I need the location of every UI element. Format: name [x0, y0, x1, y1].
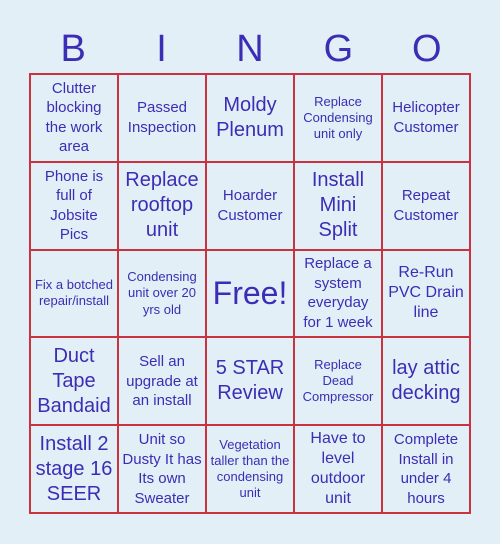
- bingo-cell[interactable]: Replace Dead Compressor: [294, 337, 382, 426]
- bingo-header: B I N G O: [29, 26, 471, 72]
- bingo-cell[interactable]: Moldy Plenum: [206, 74, 294, 162]
- bingo-cell[interactable]: Passed Inspection: [118, 74, 206, 162]
- bingo-cell[interactable]: Clutter blocking the work area: [30, 74, 118, 162]
- bingo-cell[interactable]: Re-Run PVC Drain line: [382, 249, 470, 338]
- header-letter-o: O: [411, 28, 442, 70]
- bingo-cell[interactable]: lay attic decking: [382, 337, 470, 426]
- bingo-grid: Clutter blocking the work area Passed In…: [29, 73, 471, 514]
- header-letter-i: I: [156, 28, 167, 70]
- bingo-cell[interactable]: Condensing unit over 20 yrs old: [118, 249, 206, 338]
- bingo-cell[interactable]: Repeat Customer: [382, 161, 470, 250]
- header-letter-b: B: [60, 28, 86, 70]
- free-space-cell[interactable]: Free!: [206, 249, 294, 338]
- bingo-cell[interactable]: Helicopter Customer: [382, 74, 470, 162]
- bingo-cell[interactable]: Have to level outdoor unit: [294, 425, 382, 513]
- bingo-cell[interactable]: Complete Install in under 4 hours: [382, 425, 470, 513]
- bingo-cell[interactable]: Replace rooftop unit: [118, 161, 206, 250]
- bingo-cell[interactable]: Replace Condensing unit only: [294, 74, 382, 162]
- bingo-cell[interactable]: Phone is full of Jobsite Pics: [30, 161, 118, 250]
- bingo-cell[interactable]: Hoarder Customer: [206, 161, 294, 250]
- bingo-cell[interactable]: Install Mini Split: [294, 161, 382, 250]
- bingo-cell[interactable]: 5 STAR Review: [206, 337, 294, 426]
- bingo-cell[interactable]: Sell an upgrade at an install: [118, 337, 206, 426]
- bingo-cell[interactable]: Unit so Dusty It has Its own Sweater: [118, 425, 206, 513]
- bingo-cell[interactable]: Fix a botched repair/install: [30, 249, 118, 338]
- bingo-cell[interactable]: Vegetation taller than the condensing un…: [206, 425, 294, 513]
- header-letter-g: G: [323, 28, 354, 70]
- bingo-cell[interactable]: Install 2 stage 16 SEER: [30, 425, 118, 513]
- bingo-cell[interactable]: Duct Tape Bandaid: [30, 337, 118, 426]
- bingo-cell[interactable]: Replace a system everyday for 1 week: [294, 249, 382, 338]
- header-letter-n: N: [236, 28, 264, 70]
